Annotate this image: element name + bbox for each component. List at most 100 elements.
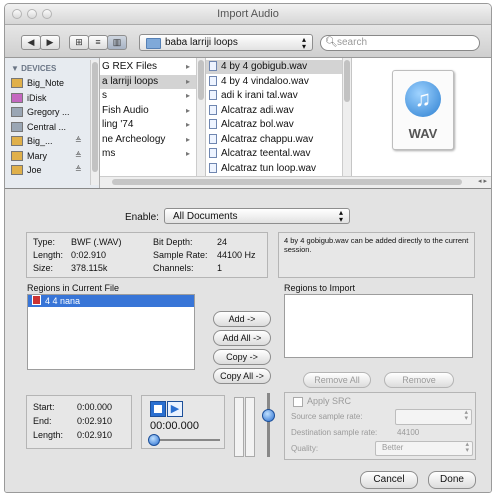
sidebar-scrollbar[interactable] — [90, 60, 99, 185]
folder-row[interactable]: a larriji loops ▸ — [100, 74, 196, 89]
sidebar-item[interactable]: Mary ≜ — [11, 149, 82, 163]
file-row[interactable]: Alcatraz tun loop.wav — [206, 162, 342, 176]
folder-label: ling '74 — [102, 119, 134, 130]
enable-popup[interactable]: All Documents ▴ ▾ — [164, 208, 350, 224]
window-title: Import Audio — [217, 8, 279, 20]
stop-button[interactable] — [150, 401, 166, 417]
file-row[interactable]: 4 by 4 gobigub.wav — [206, 60, 342, 74]
column-view-button[interactable]: ▥ — [107, 35, 127, 50]
folder-label: ne Archeology — [102, 133, 166, 145]
computer-icon — [11, 107, 23, 117]
play-icon: ▶ — [170, 403, 180, 415]
remove-all-button[interactable]: Remove All — [303, 372, 371, 388]
quality-label: Quality: — [291, 444, 319, 453]
regions-import-label: Regions to Import — [284, 283, 356, 293]
file-label: Alcatraz tun loop.wav — [221, 162, 317, 174]
browser-horizontal-scrollbar[interactable]: ◂ ▸ — [100, 176, 491, 188]
file-label: Alcatraz chappu.wav — [221, 133, 314, 145]
play-button[interactable]: ▶ — [167, 401, 183, 417]
quality-popup[interactable]: Better ▴ ▾ — [375, 441, 473, 456]
folder-label: Fish Audio — [102, 104, 149, 116]
file-row[interactable]: adi k irani tal.wav — [206, 89, 342, 103]
regions-import-list[interactable] — [284, 294, 473, 358]
folder-row[interactable]: G REX Files ▸ — [100, 60, 196, 74]
apply-src-checkbox[interactable] — [293, 397, 303, 407]
sidebar-item[interactable]: iDisk — [11, 91, 47, 105]
file-row[interactable]: Alcatraz teental.wav — [206, 147, 342, 161]
volume-slider-track[interactable] — [267, 393, 270, 457]
scroll-thumb[interactable] — [112, 179, 462, 185]
folder-row[interactable]: ling '74 ▸ — [100, 118, 196, 132]
sidebar-item-label: Big_... — [27, 136, 53, 146]
folder-column-scrollbar[interactable] — [196, 58, 205, 176]
src-box: Apply SRC Source sample rate: ▴ ▾ Destina… — [284, 392, 476, 460]
sidebar-item-label: Central ... — [27, 121, 67, 132]
folder-row[interactable]: ms ▸ — [100, 147, 196, 161]
disk-icon — [11, 78, 23, 88]
remove-button[interactable]: Remove — [384, 372, 454, 388]
done-button[interactable]: Done — [428, 471, 476, 489]
add-button[interactable]: Add -> — [213, 311, 271, 327]
playback-slider[interactable] — [150, 439, 220, 441]
file-column-scrollbar[interactable] — [342, 58, 351, 176]
file-row[interactable]: Alcatraz bol.wav — [206, 118, 342, 132]
sidebar-item[interactable]: Central ... — [11, 120, 66, 134]
icon-view-button[interactable]: ⊞ — [69, 35, 89, 50]
sidebar: ▼ DEVICES Big_Note iDisk Gregory ... Centra… — [5, 58, 100, 188]
sidebar-item-label: Gregory ... — [27, 107, 70, 117]
sidebar-item[interactable]: Gregory ... — [11, 105, 70, 119]
folder-label: s — [102, 90, 107, 101]
location-popup[interactable]: baba larriji loops ▴ ▾ — [139, 34, 313, 51]
file-label: 4 by 4 vindaloo.wav — [221, 75, 309, 87]
search-field[interactable]: 🔍︎ search — [320, 35, 480, 51]
file-row[interactable]: Alcatraz adi.wav — [206, 104, 342, 118]
scroll-arrows-icon[interactable]: ◂ ▸ — [478, 177, 487, 185]
file-row[interactable]: Alcatraz chappu.wav — [206, 133, 342, 147]
source-rate-combo[interactable]: ▴ ▾ — [395, 409, 472, 425]
eject-icon[interactable]: ≜ — [75, 163, 82, 177]
copy-button[interactable]: Copy -> — [213, 349, 271, 365]
sidebar-item-label: Joe — [27, 165, 42, 175]
disclosure-icon: ▼ — [11, 64, 19, 73]
start-value: 0:00.000 — [77, 402, 113, 412]
file-row[interactable]: 4 by 4 vindaloo.wav — [206, 75, 342, 89]
add-all-button[interactable]: Add All -> — [213, 330, 271, 346]
title-bar: Import Audio — [5, 4, 491, 25]
file-browser: ▼ DEVICES Big_Note iDisk Gregory ... Centra… — [5, 58, 491, 189]
chevron-right-icon: ▸ — [185, 62, 190, 71]
eject-icon[interactable]: ≜ — [75, 134, 82, 148]
cancel-button[interactable]: Cancel — [360, 471, 418, 489]
end-value: 0:02.910 — [77, 416, 113, 426]
chevron-right-icon: ▸ — [185, 91, 190, 100]
import-audio-window: Import Audio ◀ ▶ ⊞ ≡ ▥ baba larriji loop… — [4, 3, 492, 493]
sidebar-item-label: Mary — [27, 150, 47, 161]
disk-icon — [11, 136, 23, 146]
folder-row[interactable]: Fish Audio ▸ — [100, 104, 196, 118]
forward-button[interactable]: ▶ — [40, 35, 60, 50]
import-panel: Enable: All Documents ▴ ▾ Type: BWF (.WAV… — [5, 189, 491, 492]
forward-arrow-icon: ▶ — [46, 37, 54, 47]
sidebar-item[interactable]: Big_... ≜ — [11, 134, 82, 148]
region-row[interactable]: 4 4 nana — [28, 295, 194, 307]
wav-badge: WAV — [408, 126, 438, 141]
info-message-box: 4 by 4 gobigub.wav can be added directly… — [278, 232, 475, 278]
volume-slider-knob[interactable] — [262, 409, 275, 422]
icon-view-icon: ⊞ — [75, 37, 83, 47]
folder-row[interactable]: s ▸ — [100, 89, 196, 103]
playback-slider-knob[interactable] — [148, 434, 160, 446]
search-icon: 🔍︎ — [325, 37, 338, 48]
eject-icon[interactable]: ≜ — [75, 149, 82, 163]
back-button[interactable]: ◀ — [21, 35, 41, 50]
copy-all-button[interactable]: Copy All -> — [213, 368, 271, 384]
sidebar-item[interactable]: Big_Note — [11, 76, 64, 90]
list-view-button[interactable]: ≡ — [88, 35, 108, 50]
regions-current-list[interactable]: 4 4 nana — [27, 294, 195, 370]
idisk-icon — [11, 92, 23, 103]
sidebar-item[interactable]: Joe ≜ — [11, 163, 82, 177]
level-meter — [245, 397, 255, 457]
quality-value: Better — [382, 443, 404, 452]
length-label: Length: — [33, 250, 64, 260]
chevron-right-icon: ▸ — [185, 134, 190, 144]
folder-row[interactable]: ne Archeology ▸ — [100, 133, 196, 147]
file-label: 4 by 4 gobigub.wav — [221, 61, 308, 72]
